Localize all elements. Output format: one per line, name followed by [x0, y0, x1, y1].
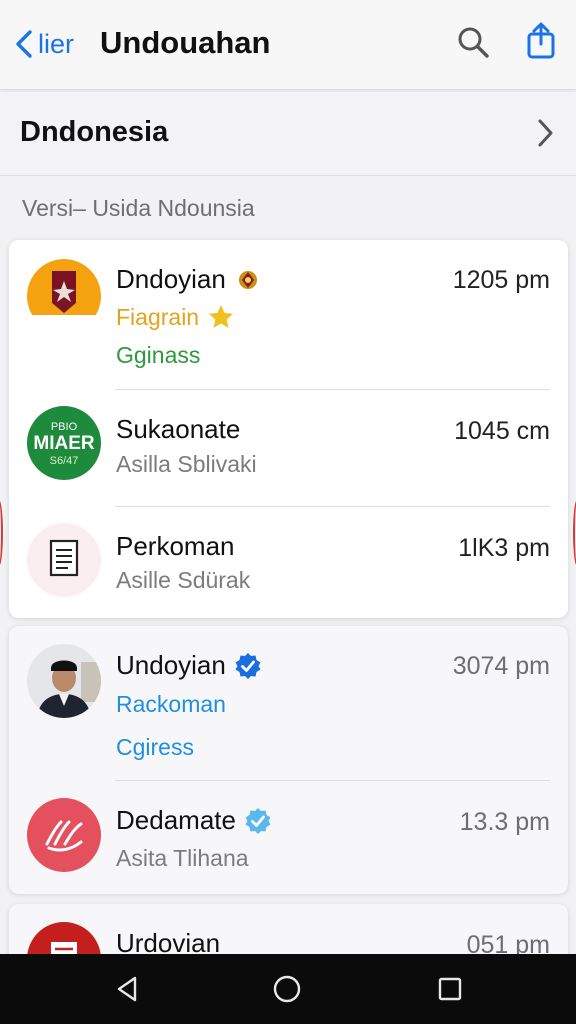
- chat-subtitle: Asita Tlihana: [116, 845, 249, 871]
- chat-list-item[interactable]: Dedamate 13.3 pm Asita Tlihana: [9, 781, 568, 894]
- avatar-text-mid: MIAER: [33, 433, 95, 454]
- chat-time: 3074 pm: [452, 652, 550, 680]
- system-navigation-bar: [0, 954, 576, 1024]
- logo-icon: PBIO MIAER S6/47: [33, 421, 95, 467]
- circle-home-icon[interactable]: [272, 974, 302, 1004]
- chat-time: 13.3 pm: [459, 808, 550, 836]
- chat-time: 1205 pm: [452, 266, 550, 294]
- chat-list-item[interactable]: Dndoyian 1205 pm Fiagrain Gginass: [9, 240, 568, 390]
- person-photo: [27, 644, 101, 718]
- chat-subtitle: Fiagrain: [116, 303, 235, 331]
- search-icon[interactable]: [456, 25, 490, 59]
- chat-name-text: Sukaonate: [116, 414, 241, 444]
- document-icon: [49, 539, 79, 577]
- chat-name: Undoyian: [116, 650, 262, 681]
- chat-subtitle-text: Fiagrain: [116, 303, 200, 330]
- share-icon[interactable]: [524, 22, 558, 60]
- chat-subtitle: Asilla Sblivaki: [116, 451, 257, 477]
- square-recent-icon[interactable]: [435, 974, 465, 1004]
- back-label: lier: [38, 28, 75, 59]
- verified-icon: [235, 652, 261, 679]
- avatar: [27, 523, 101, 597]
- chat-name: Sukaonate: [116, 414, 240, 445]
- chat-name-text: Undoyian: [116, 650, 226, 680]
- avatar-text-top: PBIO: [51, 421, 78, 433]
- avatar: [27, 259, 101, 333]
- app-bar: lier Undouahan: [0, 0, 576, 90]
- brand-logo-icon: [45, 820, 83, 852]
- avatar: [27, 644, 101, 718]
- chat-name-text: Perkoman: [116, 531, 235, 561]
- chat-name-text: Dedamate: [116, 805, 236, 835]
- chat-name: Dedamate: [116, 805, 272, 836]
- chat-subtitle: Asille Sdürak: [116, 567, 251, 593]
- page-title: Undouahan: [100, 25, 271, 60]
- crest-icon: [238, 270, 257, 289]
- emblem-icon: [27, 259, 101, 333]
- chat-status: Cgiress: [116, 734, 194, 760]
- avatar: [27, 798, 101, 872]
- chat-list-item[interactable]: Perkoman 1lK3 pm Asille Sdürak: [9, 507, 568, 618]
- chat-list-item[interactable]: Undoyian 3074 pm Rackoman Cgiress: [9, 626, 568, 780]
- chat-card-group-1: Dndoyian 1205 pm Fiagrain Gginass PBIO M…: [9, 240, 568, 618]
- chat-subtitle: Rackoman: [116, 691, 226, 717]
- star-icon: [209, 305, 234, 328]
- chat-time: 1045 cm: [454, 417, 550, 445]
- chat-status: Gginass: [116, 342, 201, 368]
- chat-time: 1lK3 pm: [458, 534, 550, 562]
- back-button[interactable]: lier: [14, 26, 74, 62]
- chat-name: Dndoyian: [116, 264, 262, 295]
- chat-card-group-2: Undoyian 3074 pm Rackoman Cgiress Dedama…: [9, 626, 568, 894]
- country-selector[interactable]: Dndonesia: [0, 92, 576, 176]
- triangle-back-icon[interactable]: [113, 974, 143, 1004]
- edge-indicator-left: [0, 500, 3, 566]
- verified-icon: [245, 807, 271, 834]
- avatar: PBIO MIAER S6/47: [27, 406, 101, 480]
- chevron-right-icon: [538, 119, 553, 147]
- chevron-left-icon: [16, 30, 32, 58]
- country-label: Dndonesia: [20, 116, 169, 148]
- chat-name-text: Dndoyian: [116, 264, 226, 294]
- chat-list-item[interactable]: PBIO MIAER S6/47 Sukaonate 1045 cm Asill…: [9, 390, 568, 506]
- section-header: Versi– Usida Ndounsia: [22, 195, 255, 221]
- avatar-text-bot: S6/47: [50, 455, 79, 467]
- chat-name: Perkoman: [116, 531, 235, 562]
